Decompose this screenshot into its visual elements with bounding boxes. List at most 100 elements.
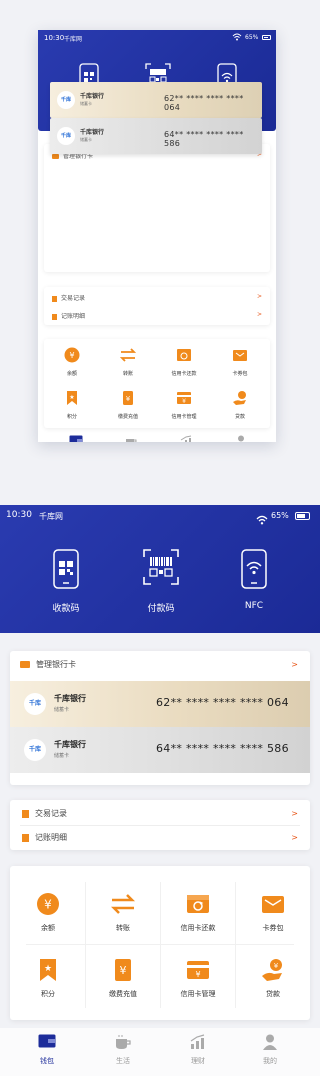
hand-coin-icon (233, 391, 246, 405)
battery-icon (262, 35, 271, 40)
service-transfer[interactable]: 转账 (100, 341, 156, 384)
service-label: 余额 (66, 371, 77, 377)
bank-card-2[interactable]: 千库 千库银行 储蓄卡 64** **** **** **** 586 (50, 118, 262, 154)
status-carrier: 千库网 (64, 36, 83, 43)
records-panel: 交易记录 > 记账明细 > (44, 287, 270, 325)
card-type: 储蓄卡 (80, 101, 92, 106)
svg-text:¥: ¥ (120, 964, 127, 977)
pay-code-label: 付款码 (147, 604, 175, 614)
svg-text:¥: ¥ (182, 398, 186, 405)
bank-logo: 千库 (57, 127, 75, 145)
nfc-label: NFC (244, 601, 264, 611)
service-balance[interactable]: ¥ 余额 (44, 341, 100, 384)
tab-finance[interactable]: 理财 (168, 1034, 228, 1065)
service-label: 缴费充值 (117, 414, 138, 420)
service-transfer[interactable]: 转账 (87, 882, 159, 942)
divider (160, 882, 161, 1008)
account-details-link[interactable]: 记账明细 (22, 832, 67, 843)
phone-wifi-icon (241, 549, 267, 589)
svg-text:¥: ¥ (44, 898, 52, 912)
bank-card-2[interactable]: 千库 千库银行 储蓄卡 64** **** **** **** 586 (10, 727, 310, 773)
account-details-label: 记账明细 (61, 313, 86, 320)
service-coupons[interactable]: 卡券包 (212, 341, 268, 384)
chevron-right-icon[interactable]: > (291, 833, 298, 842)
tab-life[interactable]: 生活 (93, 1034, 153, 1065)
card-icon (20, 661, 30, 668)
phone-qr-icon (53, 549, 79, 589)
service-label: 卡券包 (262, 924, 284, 932)
services-grid: ¥ 余额 转账 信用卡还款 卡券包 ★ 积分 ¥ 缴费充值 ¥ 信用卡管理 ¥ … (10, 866, 310, 1020)
tab-label: 理财 (191, 1057, 205, 1065)
bank-card-1[interactable]: 千库 千库银行 储蓄卡 62** **** **** **** 064 (10, 681, 310, 727)
tab-mine[interactable]: 我的 (221, 435, 261, 442)
service-label: 信用卡还款 (171, 371, 197, 377)
chart-icon (180, 435, 192, 442)
service-credit-repay[interactable]: 信用卡还款 (162, 882, 234, 942)
tab-finance[interactable]: 理财 (166, 435, 206, 442)
service-label: 贷款 (234, 414, 245, 420)
service-loan[interactable]: ¥ 贷款 (237, 948, 309, 1008)
chevron-right-icon[interactable]: > (291, 809, 298, 818)
account-details-link[interactable]: 记账明细 (52, 311, 85, 320)
pay-code-button[interactable]: 付款码 (126, 549, 196, 614)
barcode-scan-icon (143, 549, 179, 585)
tab-wallet[interactable]: 钱包 (17, 1034, 77, 1065)
bank-card-1[interactable]: 千库 千库银行 储蓄卡 62** **** **** **** 064 (50, 82, 262, 118)
service-label: 信用卡管理 (180, 990, 216, 998)
service-points[interactable]: ★ 积分 (12, 948, 84, 1008)
service-label: 积分 (41, 990, 55, 998)
transaction-records-link[interactable]: 交易记录 (52, 293, 85, 302)
service-credit-manage[interactable]: ¥ 信用卡管理 (162, 948, 234, 1008)
bank-logo: 千库 (24, 739, 46, 761)
nfc-button[interactable]: NFC (219, 549, 289, 611)
card-number: 64** **** **** **** 586 (156, 742, 289, 755)
list-icon (22, 809, 29, 818)
card-repay-icon (187, 895, 209, 913)
status-bar: 10:30 千库网 65% (0, 505, 320, 525)
receive-qr-button[interactable]: 收款码 (31, 549, 101, 614)
transaction-records-label: 交易记录 (35, 809, 67, 818)
tab-label: 生活 (116, 1057, 130, 1065)
card-yuan-icon: ¥ (177, 392, 191, 405)
service-recharge[interactable]: ¥ 缴费充值 (87, 948, 159, 1008)
svg-text:¥: ¥ (195, 970, 200, 979)
records-panel: 交易记录 > 记账明细 > (10, 800, 310, 850)
account-details-label: 记账明细 (35, 833, 67, 842)
service-recharge[interactable]: ¥ 缴费充值 (100, 384, 156, 427)
service-label: 积分 (66, 414, 77, 420)
manage-cards-link[interactable]: 管理银行卡 (20, 659, 76, 670)
divider (85, 882, 86, 1008)
service-coupons[interactable]: 卡券包 (237, 882, 309, 942)
service-credit-manage[interactable]: ¥ 信用卡管理 (156, 384, 212, 427)
service-credit-repay[interactable]: 信用卡还款 (156, 341, 212, 384)
service-loan[interactable]: 贷款 (212, 384, 268, 427)
transaction-records-label: 交易记录 (61, 295, 86, 302)
person-icon (238, 435, 244, 442)
service-label: 卡券包 (232, 371, 248, 377)
card-type: 储蓄卡 (80, 137, 92, 142)
coffee-icon (116, 1035, 131, 1049)
tab-wallet[interactable]: 钱包 (56, 435, 96, 442)
bank-cards-panel: 管理银行卡 > 千库 千库银行 储蓄卡 62** **** **** **** … (10, 651, 310, 785)
service-label: 转账 (122, 371, 133, 377)
tab-label: 钱包 (40, 1057, 54, 1065)
chevron-right-icon[interactable]: > (257, 293, 262, 300)
points-bookmark-icon: ★ (67, 391, 77, 405)
bank-name: 千库银行 (80, 129, 105, 136)
chevron-right-icon[interactable]: > (291, 660, 298, 669)
service-points[interactable]: ★ 积分 (44, 384, 100, 427)
tab-life[interactable]: 生活 (111, 435, 151, 442)
svg-text:¥: ¥ (69, 351, 74, 360)
list-icon (52, 295, 57, 302)
service-balance[interactable]: ¥ 余额 (12, 882, 84, 942)
tab-mine[interactable]: 我的 (240, 1034, 300, 1065)
transaction-records-link[interactable]: 交易记录 (22, 808, 67, 819)
card-number: 62** **** **** **** 064 (164, 94, 244, 112)
chevron-right-icon[interactable]: > (257, 311, 262, 318)
battery-percent: 65% (271, 511, 289, 520)
card-icon (52, 154, 59, 159)
card-repay-icon (177, 349, 191, 361)
card-type: 储蓄卡 (54, 707, 70, 713)
wifi-icon (232, 33, 242, 43)
svg-text:★: ★ (69, 394, 74, 401)
